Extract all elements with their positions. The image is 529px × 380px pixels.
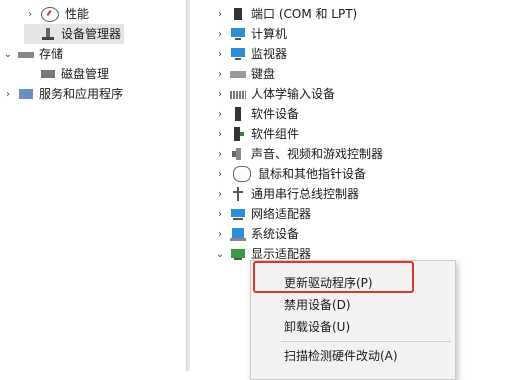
chevron-right-icon[interactable]: › [214,24,226,44]
menu-separator [281,341,451,342]
sound-icon [230,146,246,162]
chevron-right-icon[interactable]: › [214,84,226,104]
tree-item-label: 通用串行总线控制器 [251,187,360,201]
services-icon [18,86,34,102]
chevron-right-icon[interactable]: › [214,144,226,164]
highlight-annotation-box [253,261,414,293]
tree-item-label: 软件组件 [251,127,300,141]
tree-item-label: 软件设备 [251,107,300,121]
tree-item-performance[interactable]: › 性能 [24,4,89,24]
software-device-icon [230,106,246,122]
tree-item-sound[interactable]: › 声音、视频和游戏控制器 [214,144,383,164]
keyboard-icon [230,66,246,82]
tree-item-label: 声音、视频和游戏控制器 [251,147,384,161]
chevron-right-icon[interactable]: › [214,184,226,204]
chevron-down-icon[interactable]: ⌄ [2,44,14,64]
performance-gauge-icon [41,6,59,22]
storage-icon [18,46,34,62]
usb-icon [230,186,246,202]
navigation-tree: › 性能 设备管理器 ⌄ 存储 磁盘管理 › 服务和应用程序 [0,0,186,371]
hid-icon [230,86,246,102]
chevron-placeholder [24,24,36,44]
chevron-right-icon[interactable]: › [214,164,226,184]
tree-item-software-components[interactable]: › 软件组件 [214,124,299,144]
tree-item-device-manager[interactable]: 设备管理器 [24,24,125,44]
software-component-icon [230,126,246,142]
tree-item-label: 网络适配器 [251,207,312,221]
tree-item-label: 存储 [39,47,64,61]
tree-item-usb[interactable]: › 通用串行总线控制器 [214,184,359,204]
chevron-right-icon[interactable]: › [214,124,226,144]
tree-item-label: 设备管理器 [61,27,122,41]
chevron-right-icon[interactable]: › [214,64,226,84]
chevron-down-icon[interactable]: ⌄ [214,244,226,264]
tree-item-label: 人体学输入设备 [251,87,336,101]
port-icon [230,6,246,22]
chevron-placeholder [24,64,36,84]
menu-item-disable-device[interactable]: 禁用设备(D) [284,295,351,315]
tree-item-label: 键盘 [251,67,276,81]
display-adapter-icon [230,246,246,262]
system-device-icon [230,226,246,242]
disk-management-icon [40,66,56,82]
tree-item-label: 鼠标和其他指针设备 [258,167,367,181]
tree-item-label: 磁盘管理 [61,67,110,81]
tree-item-label: 性能 [65,7,90,21]
tree-item-label: 系统设备 [251,227,300,241]
tree-item-network-adapters[interactable]: › 网络适配器 [214,204,311,224]
chevron-right-icon[interactable]: › [24,4,36,24]
tree-item-storage[interactable]: ⌄ 存储 [2,44,63,64]
monitor-icon [230,46,246,62]
tree-item-mice[interactable]: › 鼠标和其他指针设备 [214,164,366,184]
mouse-icon [233,166,251,182]
chevron-right-icon[interactable]: › [214,204,226,224]
device-manager-icon [40,26,56,42]
chevron-right-icon[interactable]: › [214,104,226,124]
tree-item-label: 端口 (COM 和 LPT) [251,7,358,21]
chevron-right-icon[interactable]: › [214,224,226,244]
tree-item-system-devices[interactable]: › 系统设备 [214,224,299,244]
tree-item-label: 监视器 [251,47,288,61]
tree-item-keyboards[interactable]: › 键盘 [214,64,275,84]
menu-item-uninstall-device[interactable]: 卸载设备(U) [284,317,350,337]
tree-item-hid[interactable]: › 人体学输入设备 [214,84,335,104]
chevron-right-icon[interactable]: › [2,84,14,104]
tree-item-software-devices[interactable]: › 软件设备 [214,104,299,124]
tree-item-monitors[interactable]: › 监视器 [214,44,287,64]
tree-item-ports[interactable]: › 端口 (COM 和 LPT) [214,4,357,24]
chevron-right-icon[interactable]: › [214,44,226,64]
tree-item-services[interactable]: › 服务和应用程序 [2,84,123,104]
tree-item-disk-management[interactable]: 磁盘管理 [24,64,109,84]
tree-item-label: 计算机 [251,27,288,41]
computer-icon [230,26,246,42]
chevron-right-icon[interactable]: › [214,4,226,24]
menu-item-scan-hardware-changes[interactable]: 扫描检测硬件改动(A) [284,346,398,366]
network-adapter-icon [230,206,246,222]
tree-item-label: 服务和应用程序 [39,87,124,101]
tree-item-computer[interactable]: › 计算机 [214,24,287,44]
